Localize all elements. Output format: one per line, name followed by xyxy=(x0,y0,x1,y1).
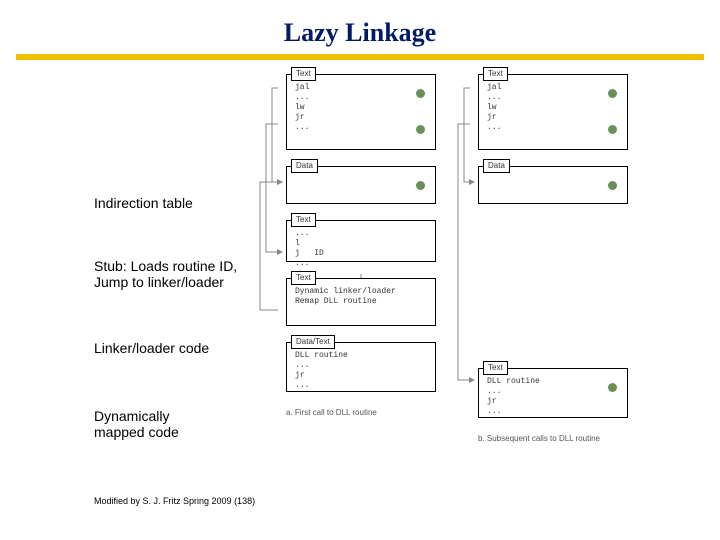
label-indirection: Indirection table xyxy=(94,195,193,211)
box-header: Data xyxy=(483,159,510,173)
box-body: ... l j ID ... xyxy=(287,221,435,273)
box-body: jal ... lw jr ... xyxy=(479,75,627,137)
box-header: Text xyxy=(483,67,508,81)
box-a-text: Text jal ... lw jr ... xyxy=(286,74,436,150)
box-header: Text xyxy=(291,271,316,285)
box-b-data: Data xyxy=(478,166,628,204)
box-b-dll: Text DLL routine ... jr ... xyxy=(478,368,628,418)
dot-icon xyxy=(416,125,425,134)
box-header: Data/Text xyxy=(291,335,335,349)
box-header: Text xyxy=(483,361,508,375)
column-a: Text jal ... lw jr ... Data Text ... l j… xyxy=(286,74,436,443)
box-a-stub: Text ... l j ID ... xyxy=(286,220,436,262)
diagram-columns: Text jal ... lw jr ... Data Text ... l j… xyxy=(286,74,628,443)
dot-icon xyxy=(608,181,617,190)
box-body: jal ... lw jr ... xyxy=(287,75,435,137)
label-dynmap: Dynamically mapped code xyxy=(94,408,179,440)
dot-icon xyxy=(416,89,425,98)
label-linker: Linker/loader code xyxy=(94,340,209,356)
box-b-text: Text jal ... lw jr ... xyxy=(478,74,628,150)
dot-icon xyxy=(608,125,617,134)
column-b: Text jal ... lw jr ... Data Text DLL rou… xyxy=(478,74,628,443)
box-a-data: Data xyxy=(286,166,436,204)
box-a-dll: Data/Text DLL routine ... jr ... xyxy=(286,342,436,392)
title-underline xyxy=(16,54,704,60)
box-header: Data xyxy=(291,159,318,173)
box-body: DLL routine ... jr ... xyxy=(287,343,435,395)
footer-credit: Modified by S. J. Fritz Spring 2009 (138… xyxy=(94,496,255,506)
label-stub: Stub: Loads routine ID, Jump to linker/l… xyxy=(94,258,237,290)
box-body: DLL routine ... jr ... xyxy=(479,369,627,421)
box-header: Text xyxy=(291,67,316,81)
dot-icon xyxy=(608,383,617,392)
box-header: Text xyxy=(291,213,316,227)
box-a-loader: Text Dynamic linker/loader Remap DLL rou… xyxy=(286,278,436,326)
dot-icon xyxy=(608,89,617,98)
page-title: Lazy Linkage xyxy=(0,0,720,54)
dot-icon xyxy=(416,181,425,190)
